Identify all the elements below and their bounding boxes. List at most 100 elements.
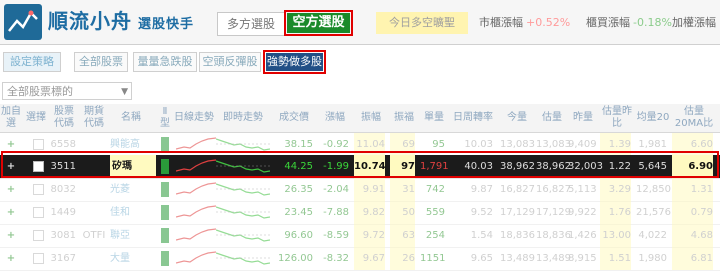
market-change-value: +0.52%	[526, 16, 571, 29]
column-header[interactable]: 估量	[536, 104, 568, 132]
table-row[interactable]: +3167 大量 126.00 -8.32 9.67 26 1151 9.65 13,489 13…	[0, 247, 720, 271]
row-checkbox[interactable]	[33, 139, 44, 150]
row-checkbox[interactable]	[33, 253, 44, 264]
table-row[interactable]: +8032 光菱 26.35 -2.04 9.91 31 742 9.87 16,827 16,8…	[0, 178, 720, 202]
column-header[interactable]: 日線走勢	[174, 104, 214, 132]
stock-code: 3167	[50, 253, 76, 264]
stock-code: 3081	[50, 230, 76, 241]
cell-amp2: 63	[390, 224, 415, 247]
add-watchlist-icon[interactable]: +	[0, 178, 22, 201]
stock-name[interactable]: 大量	[110, 247, 156, 270]
add-watchlist-icon[interactable]: +	[0, 247, 22, 270]
cell-ma20r: 1.31	[672, 178, 713, 201]
stock-name[interactable]: 佳和	[110, 201, 156, 224]
column-header[interactable]: 振幅	[354, 104, 388, 132]
cell-vol: 742	[425, 184, 445, 195]
short-selection-button[interactable]: 空方選股	[287, 13, 350, 33]
stock-code: 1449	[50, 207, 76, 218]
tab-all-stocks[interactable]: 全部股票	[74, 52, 128, 72]
otc-change-label: 櫃買漲幅	[586, 16, 630, 29]
add-watchlist-icon[interactable]: +	[0, 224, 22, 247]
cell-ratio: 1.51	[600, 247, 631, 270]
cell-ratio: 13.00	[600, 224, 631, 247]
cell-yest: 9,922	[568, 207, 597, 218]
column-header[interactable]: 期貨代碼	[80, 104, 108, 132]
daily-trend-sparkline	[176, 228, 216, 241]
row-checkbox[interactable]	[33, 184, 44, 195]
intraday-trend-sparkline	[216, 252, 270, 265]
column-header[interactable]: 選擇	[24, 104, 48, 132]
column-header[interactable]: 成交價	[272, 104, 316, 132]
selected-row-highlight	[1, 151, 719, 178]
column-header[interactable]: 今量	[500, 104, 534, 132]
cell-ma20: 4,022	[638, 230, 667, 241]
cell-price: 126.00	[278, 253, 313, 264]
futures-code	[80, 201, 108, 224]
cell-amp2: 26	[390, 247, 415, 270]
cell-amp: 9.67	[354, 247, 385, 270]
cell-turn: 1.54	[470, 230, 493, 241]
tab-volume-drop[interactable]: 量量急跌股	[133, 52, 197, 72]
futures-code	[80, 247, 108, 270]
cell-price: 96.60	[284, 230, 313, 241]
tab-short-bounce[interactable]: 空頭反彈股	[199, 52, 261, 72]
type-bar	[161, 182, 169, 197]
app-logo	[4, 4, 42, 40]
column-header[interactable]: 股票代碼	[50, 104, 78, 132]
market-change-label: 市櫃漲幅	[479, 16, 523, 29]
cell-turn: 9.65	[470, 253, 493, 264]
cell-ratio: 3.29	[600, 178, 631, 201]
cell-today: 18,836	[500, 230, 535, 241]
row-checkbox[interactable]	[33, 230, 44, 241]
table-row[interactable]: +3081 OTFI 聯亞 96.60 -8.59 9.72 63 254 1.54 18,836…	[0, 224, 720, 248]
cell-turn: 9.87	[470, 184, 493, 195]
cell-amp: 9.72	[354, 224, 385, 247]
cell-turn: 9.52	[470, 207, 493, 218]
type-bar	[161, 137, 169, 152]
row-checkbox[interactable]	[33, 207, 44, 218]
futures-code: OTFI	[82, 230, 106, 241]
column-header[interactable]: 單量	[420, 104, 448, 132]
cell-est: 13,489	[536, 253, 571, 264]
intraday-trend-sparkline	[216, 206, 270, 219]
cell-chg: -7.88	[323, 207, 349, 218]
column-header[interactable]: 即時走勢	[216, 104, 270, 132]
daily-trend-sparkline	[176, 182, 216, 195]
cell-ma20: 1,980	[638, 253, 667, 264]
tab-set-strategy[interactable]: 設定策略	[3, 52, 61, 72]
cell-chg: -8.32	[323, 253, 349, 264]
table-header: 加自選 選擇 股票代碼 期貨代碼 名稱 Ⅱ型 日線走勢 即時走勢 成交價 漲幅 振幅 振福 單量 日周轉率…	[0, 104, 720, 133]
futures-code	[80, 178, 108, 201]
stock-filter-select[interactable]: 全部股票標的 ▼	[2, 82, 132, 100]
cell-ma20r: 4.68	[672, 224, 713, 247]
otc-change-value: -0.18%	[633, 16, 672, 29]
tab-strong-stocks[interactable]: 強勢做多股	[266, 53, 323, 71]
stock-code: 8032	[50, 184, 76, 195]
chevron-down-icon: ▼	[121, 87, 128, 97]
column-header[interactable]: Ⅱ型	[158, 104, 172, 132]
stock-name[interactable]: 聯亞	[110, 224, 156, 247]
column-header[interactable]: 均量20	[636, 104, 670, 132]
column-header[interactable]: 昨量	[568, 104, 598, 132]
column-header[interactable]: 漲幅	[318, 104, 352, 132]
app-title: 順流小舟 選股快手	[48, 9, 195, 33]
cell-est: 16,827	[536, 184, 571, 195]
column-header[interactable]: 名稱	[108, 104, 154, 132]
strategy-tabs: 設定策略 全部股票 量量急跌股 空頭反彈股 強勢做多股	[0, 46, 720, 74]
column-header[interactable]: 估量昨比	[600, 104, 634, 132]
column-header[interactable]: 加自選	[0, 104, 22, 132]
cell-vol: 254	[425, 230, 445, 241]
table-row[interactable]: +1449 佳和 23.45 -7.88 9.82 50 559 9.52 17,129 17,1…	[0, 201, 720, 225]
add-watchlist-icon[interactable]: +	[0, 201, 22, 224]
column-header[interactable]: 振福	[390, 104, 418, 132]
column-header[interactable]: 日周轉率	[450, 104, 496, 132]
cell-vol: 1151	[420, 253, 446, 264]
type-bar	[161, 228, 169, 243]
cell-today: 17,129	[500, 207, 535, 218]
long-selection-button[interactable]: 多方選股	[217, 12, 285, 36]
strong-tab-highlight: 強勢做多股	[263, 50, 326, 74]
column-header[interactable]: 估量20MA比	[672, 104, 716, 132]
stock-name[interactable]: 光菱	[110, 178, 156, 201]
cell-chg: -2.04	[323, 184, 349, 195]
type-bar	[161, 251, 169, 266]
